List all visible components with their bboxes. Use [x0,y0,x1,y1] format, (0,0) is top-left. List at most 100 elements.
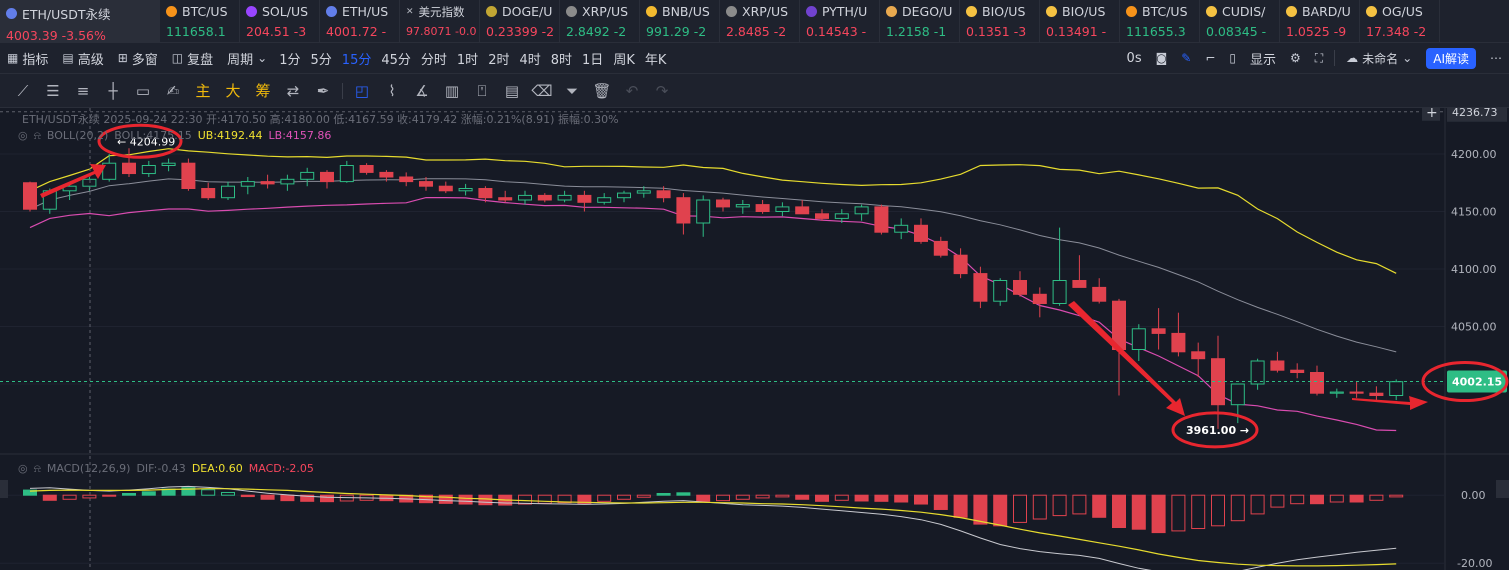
interval-3[interactable]: 45分 [376,43,416,74]
ticker-5[interactable]: DOGE/U 0.23399 -2 [480,0,560,43]
macd-bar [735,494,750,500]
ticker-name: DOGE/U [502,4,553,19]
interval-0[interactable]: 1分 [274,43,305,74]
ticker-13[interactable]: BTC/US 111655.3 [1120,0,1200,43]
candle-body [240,181,255,187]
price-chart[interactable]: 4200.004150.004100.004050.004000.004236.… [0,108,1509,570]
candle-body [874,206,889,233]
ai-interpret-button[interactable]: AI解读 [1419,43,1483,74]
countdown-button[interactable]: 0s [1120,43,1149,74]
ticker-7[interactable]: BNB/US 991.29 -2 [640,0,720,43]
ticker-1[interactable]: BTC/US 111658.1 [160,0,240,43]
macd-bar [1290,494,1305,505]
cross-line-icon[interactable]: ┼ [98,76,128,106]
filter-icon[interactable]: ⏷ [557,76,587,106]
pencil-icon[interactable]: ✎ [1174,43,1198,74]
ticker-9[interactable]: PYTH/U 0.14543 - [800,0,880,43]
eye-icon[interactable]: ◎ [18,462,28,476]
macd-bar [1032,494,1047,520]
ticker-price: 0.14543 - [806,24,867,39]
ticker-symbol: SOL/US [246,4,319,19]
interval-9[interactable]: 1日 [577,43,608,74]
main-force-tool[interactable]: 主 [188,76,218,106]
camera-icon[interactable]: ◙ [1149,43,1175,74]
interval-8[interactable]: 8时 [546,43,577,74]
trading-app: ETH/USDT永续 4003.39 -3.56% BTC/US 111658.1 SO… [0,0,1509,570]
eraser-icon[interactable]: ⌫ [527,76,557,106]
ticker-14[interactable]: CUDIS/0.08345 - [1200,0,1280,43]
trash-icon[interactable]: 🗑 [587,76,617,106]
fib-lines-icon[interactable]: ☰ [38,76,68,106]
ticker-name: 美元指数 [418,5,465,19]
ticker-12[interactable]: BIO/US 0.13491 - [1040,0,1120,43]
interval-11[interactable]: 年K [640,43,672,74]
macd-bar [1151,494,1166,534]
big-order-tool[interactable]: 大 [218,76,248,106]
redo-icon[interactable]: ↷ [647,76,677,106]
replay-button[interactable]: ◫ 复盘 [165,43,220,74]
ticker-symbol: XRP/US [566,4,639,19]
interval-7[interactable]: 4时 [514,43,545,74]
ticker-15[interactable]: BARD/U 1.0525 -9 [1280,0,1360,43]
brush-icon[interactable]: ✍ [158,76,188,106]
candle-body [379,171,394,178]
interval-6[interactable]: 2时 [483,43,514,74]
ticker-16[interactable]: OG/US 17.348 -2 [1360,0,1440,43]
macd-bar [1171,494,1186,532]
lock-icon[interactable]: ⍞ [467,76,497,106]
candle-body [1191,351,1206,360]
undo-icon[interactable]: ↶ [617,76,647,106]
macd-bar [834,494,849,501]
ticker-3[interactable]: ETH/US 4001.72 - [320,0,400,43]
advanced-button[interactable]: ▤ 高级 [55,43,110,74]
ticker-symbol: OG/US [1366,4,1439,19]
interval-2[interactable]: 15分 [337,43,377,74]
multiwin-button[interactable]: ⊞ 多窗 [111,43,165,74]
trendline-icon[interactable]: ⟋ [8,76,38,106]
settings-gear-icon[interactable]: ⚙ [1283,43,1308,74]
ticker-11[interactable]: BIO/US 0.1351 -3 [960,0,1040,43]
layout-dropdown[interactable]: ☁ 未命名 ⌄ [1339,43,1419,74]
interval-4[interactable]: 分时 [416,43,452,74]
fullscreen-icon[interactable]: ⛶ [1308,43,1330,74]
sync-icon[interactable]: ▯ [1222,43,1243,74]
measure-icon[interactable]: ∡ [407,76,437,106]
ruler-icon[interactable]: ⌇ [377,76,407,106]
ticker-price: 1.0525 -9 [1286,24,1347,39]
chip-tool[interactable]: 筹 [248,76,278,106]
interval-1[interactable]: 5分 [306,43,337,74]
indicators-button[interactable]: ▦ 指标 [0,43,55,74]
horizontal-lines-icon[interactable]: ≡ [68,76,98,106]
interval-5[interactable]: 1时 [452,43,483,74]
macd-bar [597,494,612,502]
ticker-10[interactable]: DEGO/U 1.2158 -1 [880,0,960,43]
ticker-2[interactable]: SOL/US 204.51 -3 [240,0,320,43]
macd-left-handle[interactable] [0,480,8,498]
macd-bar [933,494,948,510]
eye-icon[interactable]: ◎ [18,129,28,143]
more-icon[interactable]: ⋯ [1483,43,1509,74]
swap-icon[interactable]: ⇄ [278,76,308,106]
ticker-0[interactable]: ETH/USDT永续 4003.39 -3.56% [0,0,160,43]
coin-icon [1046,6,1057,17]
text-icon[interactable]: ▤ [497,76,527,106]
period-dropdown[interactable]: 周期 ⌄ [220,43,274,74]
bell-icon[interactable]: ⍾ [34,462,41,476]
magnet-icon[interactable]: ◰ [347,76,377,106]
rectangle-icon[interactable]: ▭ [128,76,158,106]
close-icon[interactable]: ✕ [406,7,414,17]
candles-icon[interactable]: ▥ [437,76,467,106]
ticker-8[interactable]: XRP/US 2.8485 -2 [720,0,800,43]
alert-icon[interactable]: ⌐ [1198,43,1222,74]
ticker-4[interactable]: ✕ 美元指数 97.8071 -0.0 [400,0,480,43]
bell-icon[interactable]: ⍾ [34,129,41,143]
ticker-6[interactable]: XRP/US 2.8492 -2 [560,0,640,43]
arrow-to-low [1068,301,1185,416]
chevron-down-icon: ⌄ [257,51,268,65]
macd-bar [1191,494,1206,530]
macd-scroll-handle[interactable] [1496,480,1509,498]
pen-icon[interactable]: ✒ [308,76,338,106]
display-button[interactable]: 显示 [1243,43,1283,74]
interval-10[interactable]: 周K [608,43,640,74]
coin-icon [1206,6,1217,17]
